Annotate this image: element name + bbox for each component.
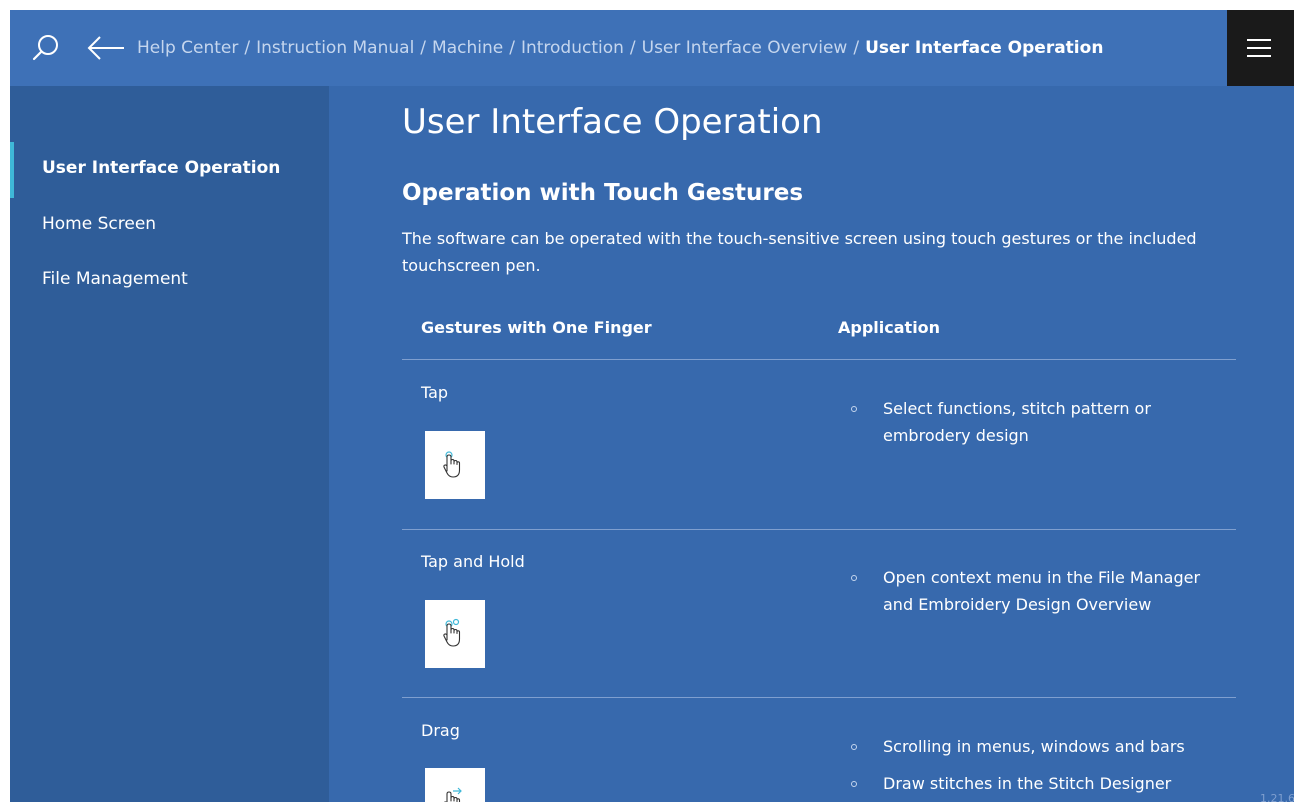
gesture-name: Drag bbox=[421, 721, 460, 740]
search-icon bbox=[32, 35, 58, 61]
table-header-gestures: Gestures with One Finger bbox=[421, 318, 652, 337]
page-title: User Interface Operation bbox=[402, 102, 823, 142]
list-item: Open context menu in the File Manager an… bbox=[838, 564, 1228, 618]
table-divider bbox=[402, 529, 1236, 530]
section-title: Operation with Touch Gestures bbox=[402, 180, 804, 206]
breadcrumb-introduction[interactable]: Introduction bbox=[521, 38, 624, 58]
tap-hold-gesture-icon bbox=[425, 600, 485, 668]
table-divider bbox=[402, 359, 1236, 360]
sidebar-item-home-screen[interactable]: Home Screen bbox=[42, 214, 156, 234]
breadcrumb-instruction-manual[interactable]: Instruction Manual bbox=[256, 38, 414, 58]
breadcrumb-current: User Interface Operation bbox=[865, 38, 1104, 58]
version-label: 1.21.6 bbox=[1260, 792, 1294, 802]
gesture-name: Tap and Hold bbox=[421, 552, 525, 571]
application-text: Open context menu in the File Manager an… bbox=[883, 568, 1201, 614]
application-text: Scrolling in menus, windows and bars bbox=[883, 737, 1185, 756]
sidebar: User Interface Operation Home Screen Fil… bbox=[10, 86, 329, 802]
sidebar-item-file-management[interactable]: File Management bbox=[42, 269, 188, 289]
breadcrumb-user-interface-overview[interactable]: User Interface Overview bbox=[642, 38, 848, 58]
tap-gesture-icon bbox=[425, 431, 485, 499]
app-frame: Help Center / Instruction Manual / Machine / I… bbox=[10, 10, 1294, 802]
breadcrumb-separator: / bbox=[244, 38, 251, 58]
bullet-icon bbox=[851, 744, 857, 750]
breadcrumb: Help Center / Instruction Manual / Machine / I… bbox=[137, 34, 1103, 62]
drag-gesture-icon bbox=[425, 768, 485, 802]
breadcrumb-machine[interactable]: Machine bbox=[432, 38, 503, 58]
bullet-icon bbox=[851, 406, 857, 412]
table-header-application: Application bbox=[838, 318, 941, 337]
bullet-icon bbox=[851, 781, 857, 787]
application-list: Scrolling in menus, windows and bars Dra… bbox=[838, 733, 1228, 802]
list-item: Scrolling in menus, windows and bars bbox=[838, 733, 1228, 760]
active-indicator bbox=[10, 142, 14, 198]
table-divider bbox=[402, 697, 1236, 698]
back-button[interactable] bbox=[86, 32, 128, 64]
list-item: Draw stitches in the Stitch Designer bbox=[838, 770, 1228, 797]
breadcrumb-separator: / bbox=[853, 38, 860, 58]
breadcrumb-separator: / bbox=[509, 38, 515, 58]
gesture-name: Tap bbox=[421, 383, 449, 402]
list-item: Select functions, stitch pattern or embr… bbox=[838, 395, 1228, 449]
application-text: Select functions, stitch pattern or embr… bbox=[883, 399, 1151, 445]
intro-text: The software can be operated with the to… bbox=[402, 229, 1197, 275]
breadcrumb-separator: / bbox=[629, 38, 636, 58]
application-text: Draw stitches in the Stitch Designer bbox=[883, 774, 1172, 793]
application-list: Open context menu in the File Manager an… bbox=[838, 564, 1228, 628]
breadcrumb-help-center[interactable]: Help Center bbox=[137, 38, 238, 58]
top-bar: Help Center / Instruction Manual / Machine / I… bbox=[10, 10, 1294, 86]
menu-button[interactable] bbox=[1227, 10, 1294, 86]
search-button[interactable] bbox=[30, 32, 62, 64]
application-list: Select functions, stitch pattern or embr… bbox=[838, 395, 1228, 459]
sidebar-item-user-interface-operation[interactable]: User Interface Operation bbox=[42, 158, 280, 178]
bullet-icon bbox=[851, 575, 857, 581]
arrow-left-icon bbox=[87, 36, 124, 60]
breadcrumb-separator: / bbox=[420, 38, 427, 58]
